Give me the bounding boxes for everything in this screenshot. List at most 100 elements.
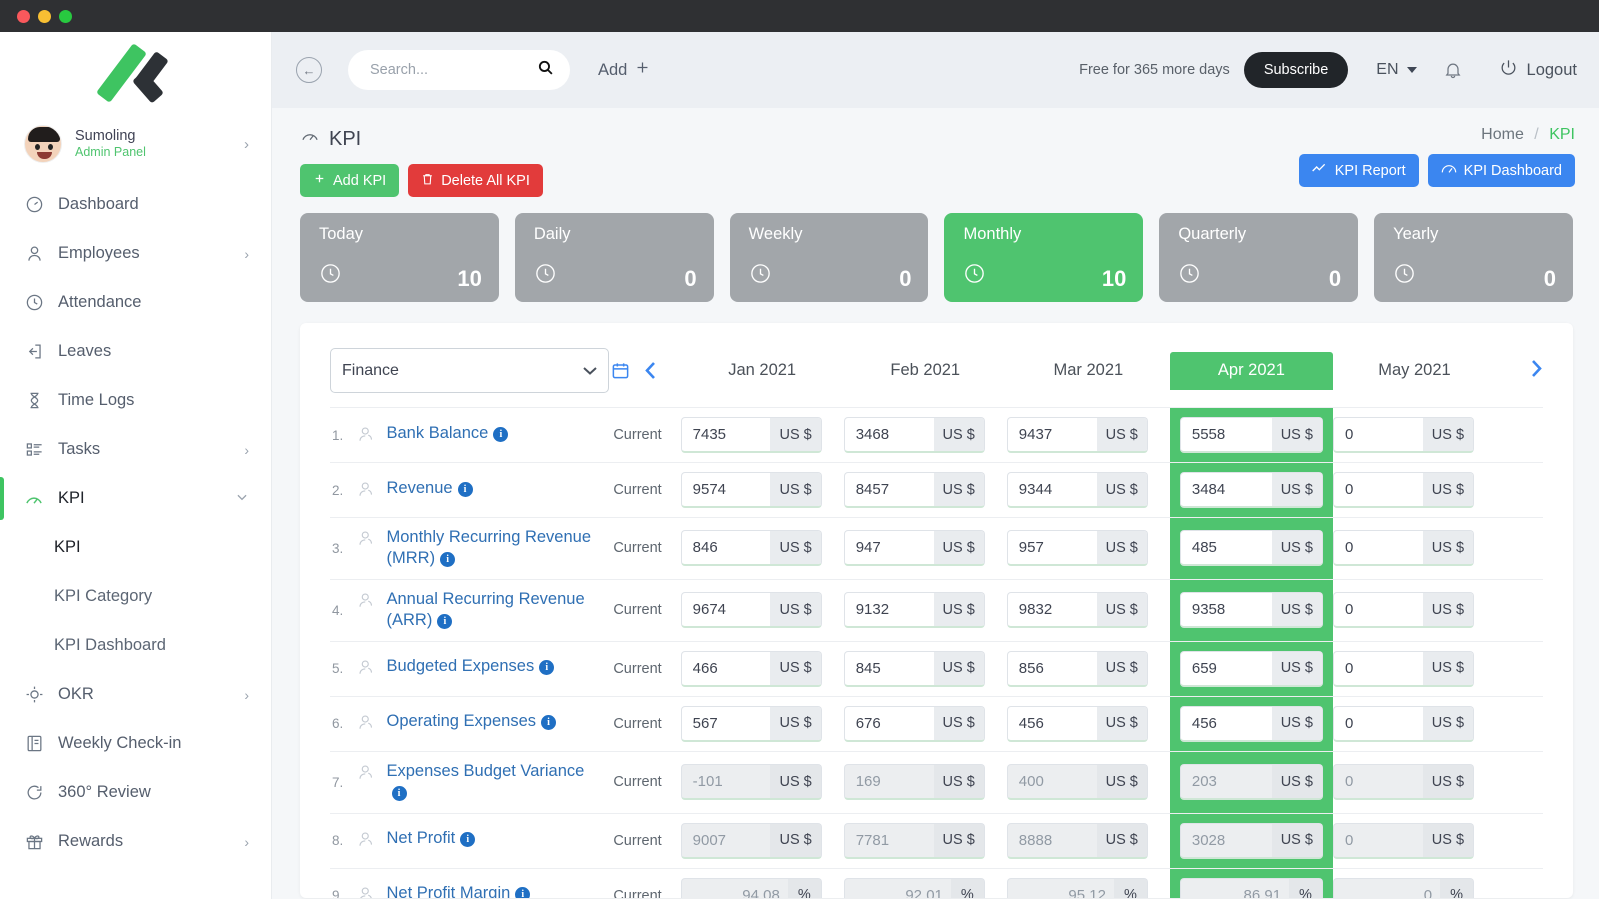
kpi-name-link[interactable]: Revenuei [387, 478, 473, 499]
kpi-value-input-group[interactable]: US $ [1333, 706, 1474, 742]
kpi-value-input[interactable] [1008, 531, 1097, 564]
calendar-icon[interactable] [611, 361, 630, 380]
kpi-value-input[interactable] [1008, 593, 1097, 626]
kpi-value-input[interactable] [682, 879, 788, 898]
kpi-value-input-group[interactable]: % [1007, 878, 1148, 898]
kpi-value-input-group[interactable]: US $ [844, 823, 985, 859]
kpi-value-input-group[interactable]: US $ [844, 472, 985, 508]
kpi-value-input[interactable] [1334, 418, 1423, 451]
kpi-name-link[interactable]: Annual Recurring Revenue (ARR)i [387, 589, 602, 632]
sidebar-item-employees[interactable]: Employees › [0, 229, 271, 278]
close-window-button[interactable] [17, 10, 30, 23]
info-icon[interactable]: i [458, 482, 473, 497]
back-arrow-icon[interactable]: ← [296, 57, 322, 83]
sidebar-item-360-review[interactable]: 360° Review [0, 768, 271, 817]
month-column-header[interactable]: Mar 2021 [1007, 348, 1170, 408]
sidebar-item-tasks[interactable]: Tasks › [0, 425, 271, 474]
kpi-name-link[interactable]: Net Profiti [387, 828, 476, 849]
kpi-value-input[interactable] [1334, 473, 1423, 506]
kpi-value-input-group[interactable]: US $ [1007, 706, 1148, 742]
kpi-name-link[interactable]: Operating Expensesi [387, 711, 557, 732]
kpi-value-input[interactable] [682, 824, 771, 857]
sidebar-subitem-kpi[interactable]: KPI [0, 523, 271, 572]
info-icon[interactable]: i [392, 786, 407, 801]
kpi-value-input-group[interactable]: US $ [1180, 530, 1323, 566]
kpi-value-input-group[interactable]: US $ [681, 823, 822, 859]
search-icon[interactable] [537, 59, 554, 81]
kpi-value-input[interactable] [845, 879, 951, 898]
sidebar-subitem-kpi-dashboard[interactable]: KPI Dashboard [0, 621, 271, 670]
kpi-value-input[interactable] [682, 531, 771, 564]
kpi-value-input-group[interactable]: US $ [1333, 592, 1474, 628]
kpi-value-input[interactable] [1334, 593, 1423, 626]
kpi-value-input[interactable] [1181, 593, 1272, 626]
month-column-header-active[interactable]: Apr 2021 [1170, 348, 1333, 408]
kpi-value-input-group[interactable]: US $ [681, 530, 822, 566]
kpi-value-input-group[interactable]: US $ [844, 764, 985, 800]
kpi-value-input-group[interactable]: US $ [681, 472, 822, 508]
kpi-value-input-group[interactable]: US $ [1007, 530, 1148, 566]
subscribe-button[interactable]: Subscribe [1244, 52, 1348, 88]
user-profile[interactable]: Sumoling Admin Panel › [0, 114, 271, 174]
kpi-value-input-group[interactable]: US $ [1180, 764, 1323, 800]
month-column-header[interactable]: Jan 2021 [681, 348, 844, 408]
kpi-value-input-group[interactable]: US $ [1007, 651, 1148, 687]
kpi-value-input-group[interactable]: US $ [681, 417, 822, 453]
kpi-value-input-group[interactable]: US $ [844, 651, 985, 687]
stat-card-monthly[interactable]: Monthly 10 [944, 213, 1143, 302]
kpi-value-input-group[interactable]: US $ [681, 764, 822, 800]
kpi-value-input[interactable] [1334, 531, 1423, 564]
kpi-value-input[interactable] [845, 765, 934, 798]
stat-card-quarterly[interactable]: Quarterly 0 [1159, 213, 1358, 302]
kpi-value-input-group[interactable]: US $ [1180, 592, 1323, 628]
stat-card-yearly[interactable]: Yearly 0 [1374, 213, 1573, 302]
kpi-value-input-group[interactable]: US $ [1180, 417, 1323, 453]
kpi-value-input[interactable] [845, 418, 934, 451]
kpi-value-input-group[interactable]: US $ [1007, 764, 1148, 800]
info-icon[interactable]: i [539, 660, 554, 675]
kpi-value-input[interactable] [1008, 473, 1097, 506]
sidebar-item-okr[interactable]: OKR › [0, 670, 271, 719]
month-column-header[interactable]: May 2021 [1333, 348, 1496, 408]
kpi-value-input[interactable] [1181, 652, 1272, 685]
kpi-value-input-group[interactable]: US $ [844, 592, 985, 628]
kpi-value-input-group[interactable]: US $ [1007, 472, 1148, 508]
kpi-value-input-group[interactable]: US $ [681, 651, 822, 687]
kpi-value-input-group[interactable]: US $ [681, 706, 822, 742]
sidebar-item-rewards[interactable]: Rewards › [0, 817, 271, 866]
kpi-value-input[interactable] [1008, 707, 1097, 740]
kpi-report-button[interactable]: KPI Report [1299, 154, 1419, 187]
search-input[interactable] [370, 62, 529, 78]
kpi-value-input[interactable] [682, 418, 771, 451]
kpi-value-input-group[interactable]: US $ [1333, 472, 1474, 508]
kpi-name-link[interactable]: Monthly Recurring Revenue (MRR)i [387, 527, 602, 570]
kpi-value-input[interactable] [845, 593, 934, 626]
kpi-value-input-group[interactable]: US $ [1180, 651, 1323, 687]
sidebar-item-kpi[interactable]: KPI [0, 474, 271, 523]
kpi-value-input[interactable] [1181, 824, 1272, 857]
kpi-value-input[interactable] [845, 824, 934, 857]
next-month-button[interactable] [1530, 359, 1543, 378]
prev-month-button[interactable] [644, 361, 657, 380]
kpi-value-input-group[interactable]: % [681, 878, 822, 898]
minimize-window-button[interactable] [38, 10, 51, 23]
bell-icon[interactable] [1443, 60, 1463, 80]
info-icon[interactable]: i [541, 715, 556, 730]
kpi-value-input[interactable] [845, 652, 934, 685]
kpi-value-input-group[interactable]: US $ [681, 592, 822, 628]
sidebar-item-time-logs[interactable]: Time Logs [0, 376, 271, 425]
kpi-value-input-group[interactable]: US $ [1007, 417, 1148, 453]
logout-button[interactable]: Logout [1499, 58, 1577, 82]
kpi-value-input[interactable] [845, 531, 934, 564]
kpi-value-input-group[interactable]: US $ [1007, 823, 1148, 859]
kpi-value-input-group[interactable]: US $ [1333, 764, 1474, 800]
kpi-value-input[interactable] [1181, 473, 1272, 506]
info-icon[interactable]: i [437, 614, 452, 629]
kpi-value-input[interactable] [682, 593, 771, 626]
sidebar-item-dashboard[interactable]: Dashboard [0, 180, 271, 229]
info-icon[interactable]: i [515, 887, 530, 898]
kpi-value-input-group[interactable]: US $ [844, 530, 985, 566]
stat-card-weekly[interactable]: Weekly 0 [730, 213, 929, 302]
category-select[interactable]: Finance [330, 348, 609, 393]
kpi-value-input[interactable] [845, 707, 934, 740]
